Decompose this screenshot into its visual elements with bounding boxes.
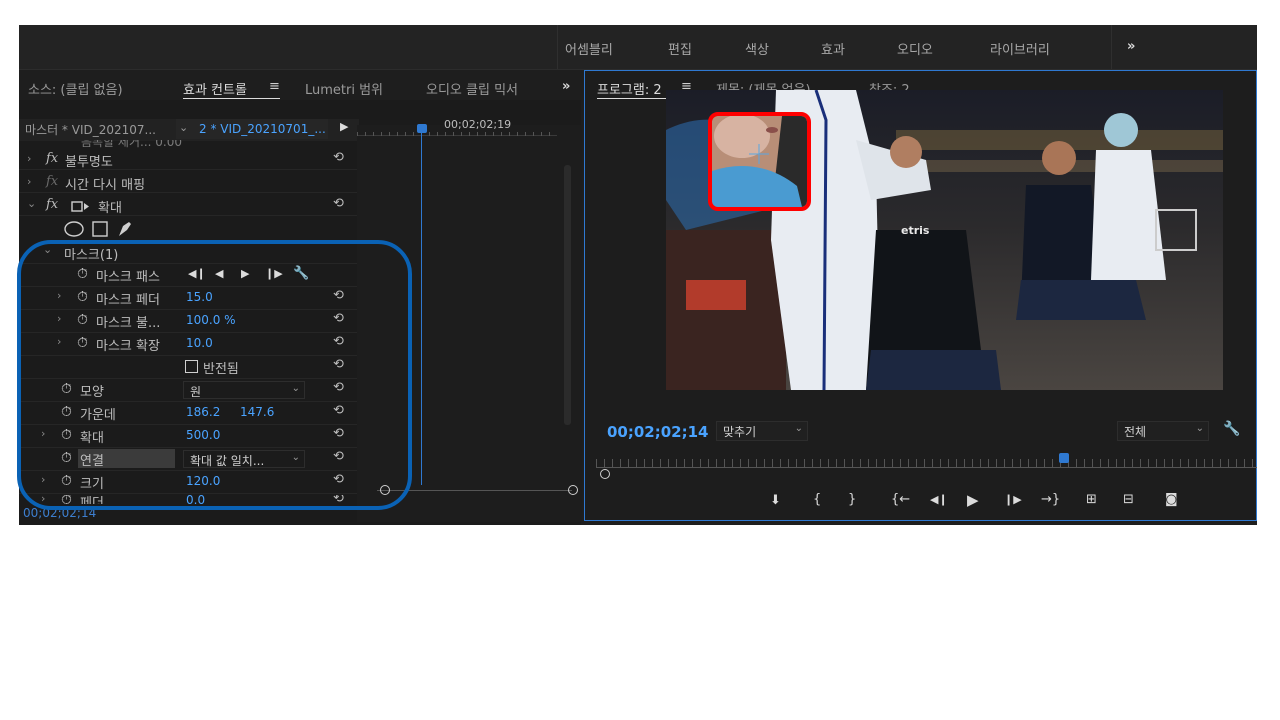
reset-icon[interactable]: ⟲ [333,150,344,165]
fx-icon[interactable]: fx [46,151,58,166]
quality-value: 전체 [1124,425,1147,439]
chevron-right-icon[interactable]: › [27,175,31,188]
zoom-fit-dropdown[interactable]: 맞추기 ⌄ [716,421,808,441]
chevron-down-icon: ⌄ [1195,423,1204,434]
fit-value: 맞추기 [723,425,757,439]
chevron-down-icon[interactable]: ⌄ [27,197,36,210]
program-playhead[interactable] [1059,453,1069,463]
rectangle-mask-icon[interactable] [92,221,108,237]
tab-program[interactable]: 프로그램: 2 [597,79,662,98]
effect-opacity: 불투명도 [65,155,113,170]
zoom-handle-right[interactable] [568,485,578,495]
add-marker-icon[interactable]: ⬇ [770,493,781,508]
workspace-edit[interactable]: 편집 [668,39,692,58]
fx-icon[interactable]: fx [46,174,58,189]
mask-shape-tools [64,221,131,237]
ellipse-mask-icon[interactable] [64,221,84,237]
divider [557,25,558,69]
go-to-in-icon[interactable]: {← [891,492,910,507]
transform-icon[interactable] [70,200,90,214]
workspace-audio[interactable]: 오디오 [897,39,933,58]
chevron-right-icon[interactable]: › [27,152,31,165]
insert-icon[interactable]: ⊞ [1086,492,1097,507]
step-back-icon[interactable]: ◀❙ [930,493,948,506]
panel-menu-icon[interactable]: ≡ [269,79,280,94]
scrub-zoom-handle[interactable] [600,469,610,479]
playhead-timecode: 00;02;02;19 [444,118,512,131]
fx-icon[interactable]: fx [46,197,58,212]
shirt-text: etris [901,224,930,237]
mark-out-icon[interactable]: } [848,492,856,507]
play-triangle-icon[interactable]: ▶ [340,120,348,133]
play-icon[interactable]: ▶ [967,491,979,509]
workspace-bar: 어셈블리 편집 색상 효과 오디오 라이브러리 » [19,25,1257,70]
workspace-assembly[interactable]: 어셈블리 [565,39,613,58]
reset-icon[interactable]: ⟲ [333,196,344,211]
step-forward-icon[interactable]: ❙▶ [1004,493,1022,506]
wrench-icon[interactable]: 🔧 [1223,421,1240,437]
playhead-line [421,128,422,485]
effect-time-remapping: 시간 다시 매핑 [65,178,146,193]
playhead-handle[interactable] [417,124,427,133]
program-timecode[interactable]: 00;02;02;14 [607,423,709,441]
go-to-out-icon[interactable]: →} [1041,492,1060,507]
workspace-color[interactable]: 색상 [745,39,769,58]
tab-audio-clip-mixer[interactable]: 오디오 클립 믹서 [426,79,518,98]
playback-resolution-dropdown[interactable]: 전체 ⌄ [1117,421,1209,441]
sequence-clip-label: 2 * VID_20210701_... [199,122,326,136]
workspace-effects[interactable]: 효과 [821,39,845,58]
more-workspaces-icon[interactable]: » [1127,39,1135,54]
chevron-down-icon: ⌄ [179,121,189,134]
highlight-magnified-region-box [708,112,811,211]
scrub-baseline [596,467,1257,468]
master-clip-label: 마스터 * VID_202107... [25,123,156,137]
row-separator [19,215,359,216]
overwrite-icon[interactable]: ⊟ [1123,492,1134,507]
ruler-ticks [357,132,557,136]
mark-in-icon[interactable]: { [813,492,821,507]
pen-mask-icon[interactable] [119,222,131,236]
vertical-scrollbar[interactable] [564,165,571,425]
tab-lumetri-scopes[interactable]: Lumetri 범위 [305,79,383,98]
tab-effect-controls[interactable]: 효과 컨트롤 [183,79,247,98]
active-tab-underline [183,98,280,99]
tab-source[interactable]: 소스: (클립 없음) [28,79,123,98]
workspace-libraries[interactable]: 라이브러리 [990,39,1050,58]
divider [1111,25,1112,69]
highlight-mask-settings-outline [17,240,412,510]
export-frame-icon[interactable]: ◙ [1165,492,1178,507]
effect-magnify: 확대 [98,201,122,216]
chevron-down-icon: ⌄ [794,423,803,434]
more-panels-icon[interactable]: » [562,79,570,94]
